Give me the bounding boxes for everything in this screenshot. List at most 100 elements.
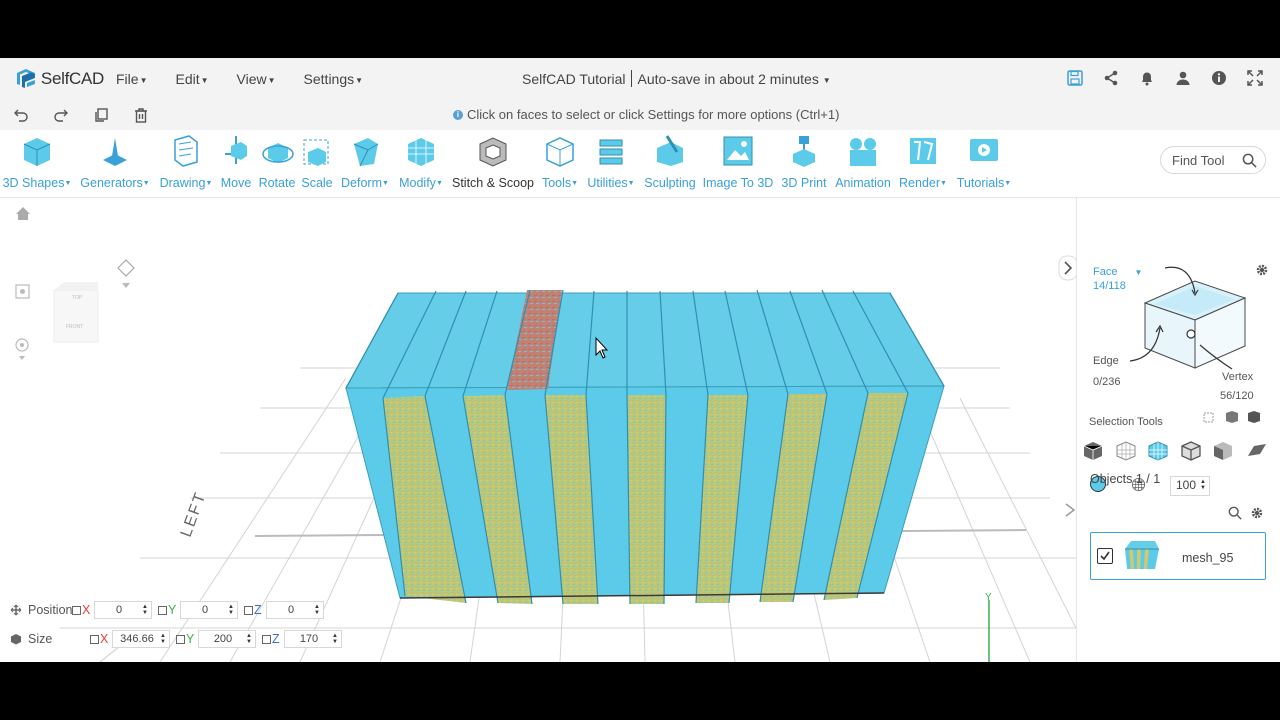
tool-label: Render▼ (899, 176, 947, 190)
select-wireframe-icon[interactable] (1116, 441, 1136, 461)
main-menu: File▼ Edit▼ View▼ Settings▼ (116, 71, 391, 87)
edge-label[interactable]: Edge (1093, 355, 1119, 367)
header-actions (1066, 69, 1264, 87)
autosave-status[interactable]: Auto-save in about 2 minutes (637, 71, 818, 87)
copy-icon[interactable] (92, 106, 110, 124)
axis-y-label: Y (985, 592, 992, 603)
size-y-input[interactable]: 200 ▲ ▼ (198, 630, 256, 648)
view-cube-front[interactable]: FRONT (66, 324, 83, 330)
select-edges-icon[interactable] (1181, 441, 1201, 461)
home-icon[interactable] (16, 207, 30, 220)
camera-orbit-icon[interactable] (15, 338, 29, 360)
tool-label: 3D Print (781, 176, 827, 190)
tool-modify-icon (408, 138, 434, 166)
tool-render-icon (910, 138, 936, 164)
selection-mode-cube-diagram[interactable] (1120, 263, 1260, 373)
tool-label: Utilities▼ (587, 176, 635, 190)
select-half-icon[interactable] (1214, 442, 1232, 460)
selection-shortcut-icons[interactable] (1202, 410, 1262, 426)
tool-label: 3D Shapes▼ (2, 176, 72, 190)
select-solid-icon[interactable] (1083, 442, 1103, 460)
tool-label: Modify▼ (399, 176, 443, 190)
tool-deform-icon (353, 138, 379, 167)
tool-label: Sculpting (644, 176, 696, 190)
scene-canvas[interactable]: LEFT TOP FRONT Y (0, 198, 1076, 662)
side-arrow-icon[interactable] (1065, 503, 1076, 517)
tools-toolbar: 3D Shapes▼ Generators▼ Drawing▼ Move Rotate S… (0, 130, 1280, 198)
size-icon (11, 634, 21, 645)
save-icon[interactable] (1066, 69, 1084, 87)
position-y-input[interactable]: 0 ▲ ▼ (180, 601, 238, 619)
select-faces-icon[interactable] (1148, 441, 1168, 461)
tool-modify[interactable]: Modify▼ (381, 134, 461, 190)
undo-icon[interactable] (12, 106, 30, 124)
redo-icon[interactable] (52, 106, 70, 124)
size-x-lock[interactable] (90, 634, 99, 644)
tool-label: Tutorials▼ (956, 176, 1012, 190)
grid-side-label: LEFT (178, 489, 210, 539)
find-tool-placeholder: Find Tool (1172, 152, 1225, 168)
collapse-panel-icon[interactable] (1058, 255, 1076, 281)
tool-3d-shapes-icon (23, 138, 51, 166)
position-z-lock[interactable] (244, 605, 253, 615)
objects-count: Objects 1 / 1 (1090, 472, 1161, 486)
menu-view[interactable]: View▼ (237, 71, 276, 87)
selection-tools-label: Selection Tools (1089, 416, 1163, 428)
info-icon[interactable] (1210, 69, 1228, 87)
objects-settings-gear-icon[interactable] (1250, 506, 1264, 520)
menu-edit[interactable]: Edit▼ (175, 71, 208, 87)
menu-file[interactable]: File▼ (116, 71, 147, 87)
3d-viewport[interactable]: LEFT TOP FRONT Y Position X 0 ▲ ▼ Y 0 ▲ … (0, 198, 1076, 662)
app-name: SelfCAD (40, 69, 104, 88)
objects-header: Objects 1 / 1 (1090, 472, 1160, 486)
size-x-input[interactable]: 346.66 ▲ ▼ (112, 630, 170, 648)
select-plane-icon[interactable] (1248, 444, 1266, 456)
size-row: Size X 346.66 ▲ ▼ Y 200 ▲ ▼ Z 170 ▲ ▼ (10, 630, 342, 648)
size-z-lock[interactable] (262, 634, 271, 644)
position-y-lock[interactable] (158, 605, 167, 615)
selfcad-logo[interactable]: SelfCAD (14, 67, 104, 91)
size-y-lock[interactable] (176, 634, 185, 644)
size-label: Size (28, 632, 53, 646)
search-icon[interactable] (1242, 153, 1257, 168)
tool-tutorials[interactable]: Tutorials▼ (944, 134, 1024, 190)
tool-image-to-3d-icon (723, 136, 753, 166)
position-label: Position (28, 603, 73, 617)
tool-3d-shapes[interactable]: 3D Shapes▼ (0, 134, 77, 190)
hint-info-icon: i (453, 109, 463, 120)
tool-animation-icon (850, 138, 876, 166)
model-mesh-95[interactable] (345, 289, 945, 605)
tool-tutorials-icon (970, 139, 998, 161)
perspective-toggle-icon[interactable] (117, 259, 135, 288)
delete-icon[interactable] (132, 106, 150, 124)
bell-icon[interactable] (1138, 69, 1156, 87)
tool-generators[interactable]: Generators▼ (75, 134, 155, 190)
project-title[interactable]: SelfCAD Tutorial (522, 71, 625, 87)
position-z-input[interactable]: 0 ▲ ▼ (266, 601, 324, 619)
position-x-lock[interactable] (72, 605, 81, 615)
view-cube[interactable]: TOP FRONT (53, 282, 99, 343)
objects-search-icon[interactable] (1228, 506, 1242, 520)
opacity-input[interactable]: 100 ▲ ▼ (1170, 476, 1210, 496)
menu-settings[interactable]: Settings▼ (304, 71, 364, 87)
object-visibility-checkbox[interactable] (1097, 548, 1113, 564)
user-icon[interactable] (1174, 69, 1192, 87)
fullscreen-icon[interactable] (1246, 69, 1264, 87)
reset-view-icon[interactable] (15, 284, 30, 299)
top-menu-bar: SelfCAD File▼ Edit▼ View▼ Settings▼ Self… (0, 58, 1280, 100)
tool-utilities-icon (599, 139, 623, 165)
position-x-input[interactable]: 0 ▲ ▼ (94, 601, 152, 619)
tool-generators-icon (103, 138, 127, 166)
size-z-input[interactable]: 170 ▲ ▼ (284, 630, 342, 648)
object-thumbnail (1125, 541, 1159, 569)
vertex-label[interactable]: Vertex (1222, 371, 1253, 383)
find-tool-input[interactable]: Find Tool (1160, 146, 1266, 174)
share-icon[interactable] (1102, 69, 1120, 87)
tool-3d-print-icon (793, 136, 815, 167)
hint-text: Click on faces to select or click Settin… (467, 107, 840, 122)
object-item-mesh-95[interactable]: mesh_95 (1090, 532, 1266, 580)
view-cube-top[interactable]: TOP (72, 295, 83, 301)
project-title-area[interactable]: SelfCAD Tutorial Auto-save in about 2 min… (522, 70, 831, 87)
axis-gizmo: Y X (985, 592, 992, 662)
object-name[interactable]: mesh_95 (1182, 551, 1233, 565)
